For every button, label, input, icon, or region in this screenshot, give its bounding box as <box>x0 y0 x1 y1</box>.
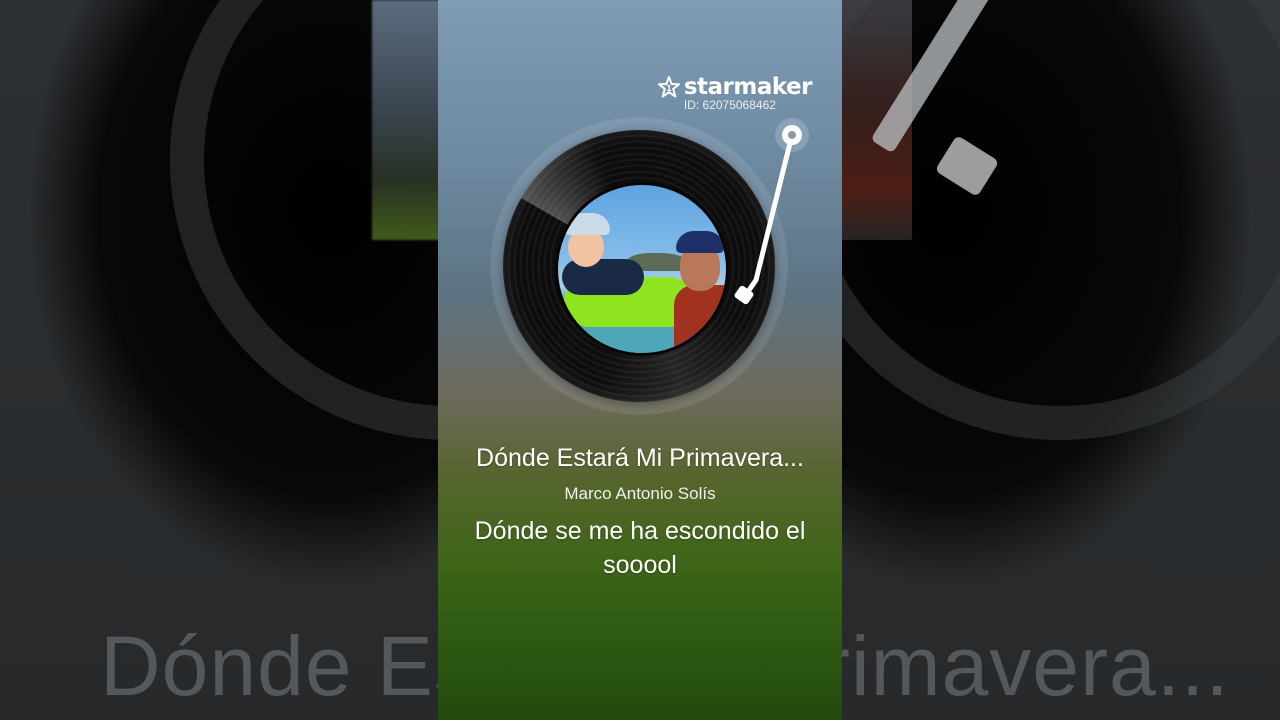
tonearm-pivot-dot <box>788 131 796 139</box>
album-cover-photo <box>555 182 729 356</box>
brand-id: ID: 62075068462 <box>683 98 776 112</box>
lyric-line: Dónde se me ha escondido el sooool <box>474 517 806 579</box>
brand-name: starmaker <box>683 74 813 100</box>
song-artist: Marco Antonio Solís <box>564 484 716 503</box>
backdrop-photo-left <box>372 0 442 240</box>
star-icon: 1 <box>657 76 680 98</box>
player-panel: 1 starmaker ID: 62075068462 Dónde Estará… <box>438 0 842 720</box>
starmaker-watermark: 1 starmaker ID: 62075068462 <box>657 74 813 112</box>
song-title: Dónde Estará Mi Primavera... <box>476 444 804 472</box>
svg-text:1: 1 <box>666 84 672 93</box>
